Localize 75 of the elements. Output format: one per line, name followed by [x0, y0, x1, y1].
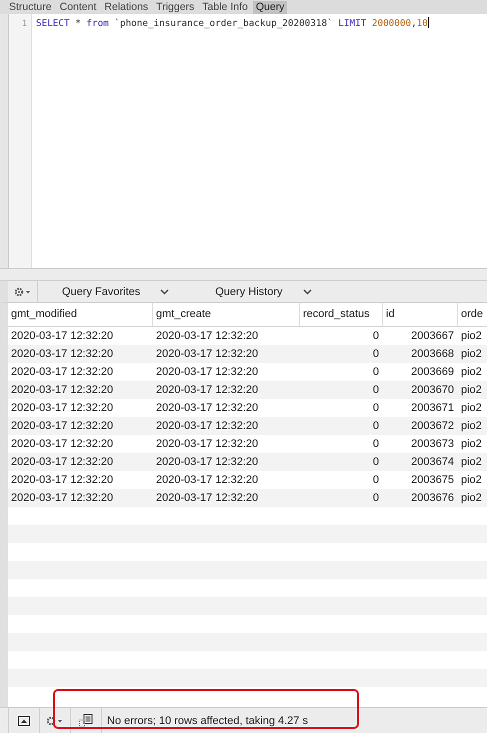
- tab[interactable]: Content: [56, 1, 100, 14]
- table-cell-text: 2003667: [410, 330, 455, 342]
- table-cell-text: 2003675: [410, 474, 455, 486]
- table-cell-text: 2020-03-17 12:32:20: [10, 348, 114, 360]
- table-cell-text: 2020-03-17 12:32:20: [155, 384, 260, 396]
- tab[interactable]: Triggers: [153, 1, 198, 14]
- table-cell-text: 2020-03-17 12:32:20: [10, 456, 114, 468]
- table-row[interactable]: 2020-03-17 12:32:20 2020-03-17 12:32:20 0 2003670 pio2: [8, 381, 487, 399]
- table-cell-text: 0: [372, 474, 380, 486]
- table-cell-text: 0: [372, 384, 380, 396]
- chevron-icon[interactable]: [160, 288, 170, 294]
- chevron-icon[interactable]: [302, 288, 312, 294]
- query-favorites-button[interactable]: Query Favorites: [62, 286, 140, 298]
- table-cell-text: 2003673: [410, 438, 455, 450]
- table-cell-text: pio2: [460, 330, 483, 342]
- table-row[interactable]: 2020-03-17 12:32:20 2020-03-17 12:32:20 0 2003668 pio2: [8, 345, 487, 363]
- table-cell-text: pio2: [460, 348, 483, 360]
- table-cell-text: pio2: [460, 366, 483, 378]
- table-cell-text: 2020-03-17 12:32:20: [10, 474, 114, 486]
- table-cell-text: 2020-03-17 12:32:20: [155, 348, 260, 360]
- table-cell-text: 2020-03-17 12:32:20: [155, 402, 260, 414]
- column-header[interactable]: gmt_modified: [8, 303, 153, 326]
- table-cell-text: pio2: [460, 438, 483, 450]
- tab[interactable]: Structure: [6, 1, 55, 14]
- table-cell-text: 2003669: [410, 366, 455, 378]
- table-cell-text: 0: [372, 348, 380, 360]
- table-cell-text: 2003676: [410, 492, 455, 504]
- table-row[interactable]: 2020-03-17 12:32:20 2020-03-17 12:32:20 0 2003672 pio2: [8, 417, 487, 435]
- table-cell-text: 0: [372, 456, 380, 468]
- table-cell-text: pio2: [460, 474, 483, 486]
- query-history-button[interactable]: Query History: [215, 286, 282, 298]
- table-cell-text: 2020-03-17 12:32:20: [10, 420, 114, 432]
- table-row[interactable]: 2020-03-17 12:32:20 2020-03-17 12:32:20 0 2003676 pio2: [8, 489, 487, 507]
- table-cell-text: 2020-03-17 12:32:20: [10, 402, 114, 414]
- column-header[interactable]: record_status: [300, 303, 383, 326]
- table-cell-text: 2020-03-17 12:32:20: [155, 492, 260, 504]
- table-cell-text: 0: [372, 402, 380, 414]
- column-header[interactable]: id: [383, 303, 458, 326]
- table-cell-text: 2020-03-17 12:32:20: [155, 456, 260, 468]
- table-cell-text: 2020-03-17 12:32:20: [155, 474, 260, 486]
- table-cell-text: 2003674: [410, 456, 455, 468]
- image-icon[interactable]: [8, 708, 40, 733]
- table-cell-text: 2003671: [410, 402, 455, 414]
- table-cell-text: 2020-03-17 12:32:20: [155, 366, 260, 378]
- sql-query-text[interactable]: SELECT * from `phone_insurance_order_backup_20200318` LIMIT 2000000,10: [36, 17, 429, 31]
- tab[interactable]: Relations: [101, 1, 152, 14]
- status-message: No errors; 10 rows affected, taking 4.27 s: [107, 714, 308, 726]
- table-cell-text: 2020-03-17 12:32:20: [10, 330, 114, 342]
- table-cell-text: pio2: [460, 456, 483, 468]
- table-cell-text: 0: [372, 366, 380, 378]
- table-cell-text: 2020-03-17 12:32:20: [10, 492, 114, 504]
- table-cell-text: 2020-03-17 12:32:20: [10, 366, 114, 378]
- table-cell-text: pio2: [460, 384, 483, 396]
- table-cell-text: 0: [372, 492, 380, 504]
- table-cell-text: pio2: [460, 492, 483, 504]
- table-cell-text: 2020-03-17 12:32:20: [155, 420, 260, 432]
- tab[interactable]: Query: [252, 1, 288, 14]
- table-cell-text: 2003668: [410, 348, 455, 360]
- table-cell-text: 2020-03-17 12:32:20: [155, 438, 260, 450]
- column-header[interactable]: gmt_create: [153, 303, 300, 326]
- table-cell-text: 0: [372, 438, 380, 450]
- table-cell-text: 2003670: [410, 384, 455, 396]
- tab[interactable]: Table Info: [199, 1, 251, 14]
- table-cell-text: 2020-03-17 12:32:20: [155, 330, 260, 342]
- line-number: 1: [20, 18, 28, 31]
- table-cell-text: 0: [372, 420, 380, 432]
- table-row[interactable]: 2020-03-17 12:32:20 2020-03-17 12:32:20 0 2003674 pio2: [8, 453, 487, 471]
- table-cell-text: 2020-03-17 12:32:20: [10, 438, 114, 450]
- gear-icon: [14, 286, 32, 296]
- table-cell-text: pio2: [460, 420, 483, 432]
- table-cell-text: 0: [372, 330, 380, 342]
- table-cell-text: 2020-03-17 12:32:20: [10, 384, 114, 396]
- table-cell-text: pio2: [460, 402, 483, 414]
- column-header[interactable]: orde: [458, 303, 487, 326]
- table-cell-text: 2003672: [410, 420, 455, 432]
